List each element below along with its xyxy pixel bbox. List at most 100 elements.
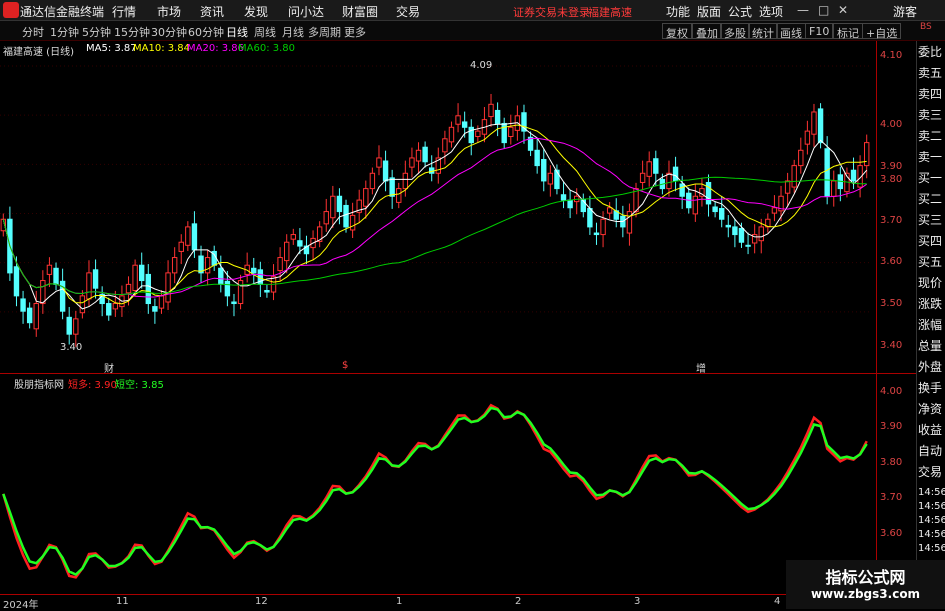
candle-up (600, 218, 606, 236)
y-tick: 4.10 (880, 50, 903, 61)
candle-up (171, 257, 178, 274)
candle-down (593, 232, 600, 236)
candle-down (501, 122, 507, 144)
period-more[interactable]: 更多 (344, 24, 366, 40)
candle-up (73, 318, 79, 335)
tick-time: 14:56 (918, 515, 945, 526)
candle-down (725, 224, 731, 228)
main-y-axis (876, 41, 916, 373)
long-series-legend: 短多: 3.90 (68, 380, 117, 391)
candle-down (672, 166, 679, 182)
candle-up (606, 207, 613, 214)
side-label: 买三 (918, 213, 943, 227)
menu-wealth[interactable]: 财富圈 (342, 3, 378, 20)
period-60min[interactable]: 60分钟 (188, 24, 224, 40)
user-label[interactable]: 游客 (893, 3, 917, 20)
login-status[interactable]: 证券交易未登录 (513, 4, 590, 20)
side-label: 外盘 (918, 360, 943, 374)
maximize-icon[interactable]: □ (818, 3, 829, 17)
period-daily[interactable]: 日线 (226, 24, 248, 40)
period-30min[interactable]: 30分钟 (151, 24, 187, 40)
indicator-chart[interactable] (0, 374, 876, 594)
candle-up (237, 280, 244, 305)
candle-up (831, 180, 837, 197)
indicator-short-line (2, 406, 868, 576)
trade-label[interactable]: 交易 (918, 462, 942, 483)
mark-button[interactable]: 标记 (833, 23, 863, 40)
candle-down (712, 206, 718, 213)
minimize-icon[interactable]: — (797, 3, 809, 17)
candle-down (145, 273, 151, 305)
candle-up (804, 130, 811, 145)
menu-news[interactable]: 资讯 (200, 3, 224, 20)
multi-stock-button[interactable]: 多股 (720, 23, 750, 40)
period-5min[interactable]: 5分钟 (82, 24, 111, 40)
event-marker-dollar[interactable]: $ (342, 360, 348, 371)
candle-down (297, 240, 303, 247)
menu-exchange[interactable]: 市场 (157, 3, 181, 20)
candle-up (125, 283, 132, 294)
candle-up (40, 280, 46, 305)
menu-ask[interactable]: 问小达 (288, 3, 324, 20)
candle-down (139, 264, 145, 282)
side-label: 涨幅 (918, 318, 943, 332)
candle-up (448, 126, 455, 143)
candle-down (152, 306, 158, 312)
candle-down (224, 280, 231, 297)
side-label: 净资 (918, 402, 943, 416)
period-weekly[interactable]: 周线 (254, 24, 276, 40)
candle-up (165, 272, 171, 303)
indicator-panel[interactable] (0, 374, 876, 594)
menu-options[interactable]: 选项 (759, 3, 783, 20)
date-label: 11 (116, 596, 129, 607)
period-15min[interactable]: 15分钟 (114, 24, 150, 40)
candle-down (719, 208, 725, 220)
period-intraday[interactable]: 分时 (22, 24, 44, 40)
candle-down (679, 183, 685, 197)
candle-down (587, 208, 593, 228)
period-multi[interactable]: 多周期 (308, 24, 341, 40)
candle-up (488, 103, 494, 118)
adjust-button[interactable]: 复权 (662, 23, 692, 40)
add-watchlist-button[interactable]: +自选 (862, 23, 902, 40)
candle-up (811, 111, 817, 135)
main-chart-panel[interactable] (0, 41, 876, 373)
side-label: 换手 (918, 381, 943, 395)
tick-time: 14:56 (918, 529, 945, 540)
side-label: 总量 (918, 339, 943, 353)
f10-button[interactable]: F10 (805, 23, 834, 39)
candle-up (204, 257, 211, 274)
y-tick: 3.40 (880, 340, 903, 351)
candle-up (323, 211, 329, 225)
candle-down (732, 226, 738, 236)
overlay-button[interactable]: 叠加 (692, 23, 722, 40)
candle-down (382, 160, 389, 182)
period-monthly[interactable]: 月线 (282, 24, 304, 40)
close-icon[interactable]: ✕ (838, 3, 848, 17)
candle-up (475, 130, 481, 137)
candle-up (798, 149, 804, 167)
side-label: 卖三 (918, 108, 943, 122)
candle-down (461, 121, 468, 128)
menu-discover[interactable]: 发现 (244, 3, 268, 20)
menu-trade[interactable]: 交易 (396, 3, 420, 20)
candle-up (376, 157, 382, 168)
menu-function[interactable]: 功能 (666, 3, 690, 20)
candlestick-chart[interactable] (0, 41, 876, 373)
menu-formula[interactable]: 公式 (728, 3, 752, 20)
statistics-button[interactable]: 统计 (748, 23, 778, 40)
side-label: 买四 (918, 234, 943, 248)
auto-trade-label[interactable]: 自动 (918, 441, 942, 462)
candle-up (284, 241, 290, 262)
candle-up (369, 172, 376, 190)
ma60-legend: MA60: 3.80 (238, 43, 296, 54)
candle-up (132, 264, 138, 292)
indicator-y-tick: 4.00 (880, 386, 903, 397)
stock-name-header: 福建高速 (588, 6, 632, 19)
draw-line-button[interactable]: 画线 (776, 23, 806, 40)
candle-down (53, 267, 59, 285)
period-1min[interactable]: 1分钟 (50, 24, 79, 40)
menu-market[interactable]: 行情 (112, 3, 136, 20)
menu-layout[interactable]: 版面 (697, 3, 721, 20)
candle-down (343, 204, 349, 228)
